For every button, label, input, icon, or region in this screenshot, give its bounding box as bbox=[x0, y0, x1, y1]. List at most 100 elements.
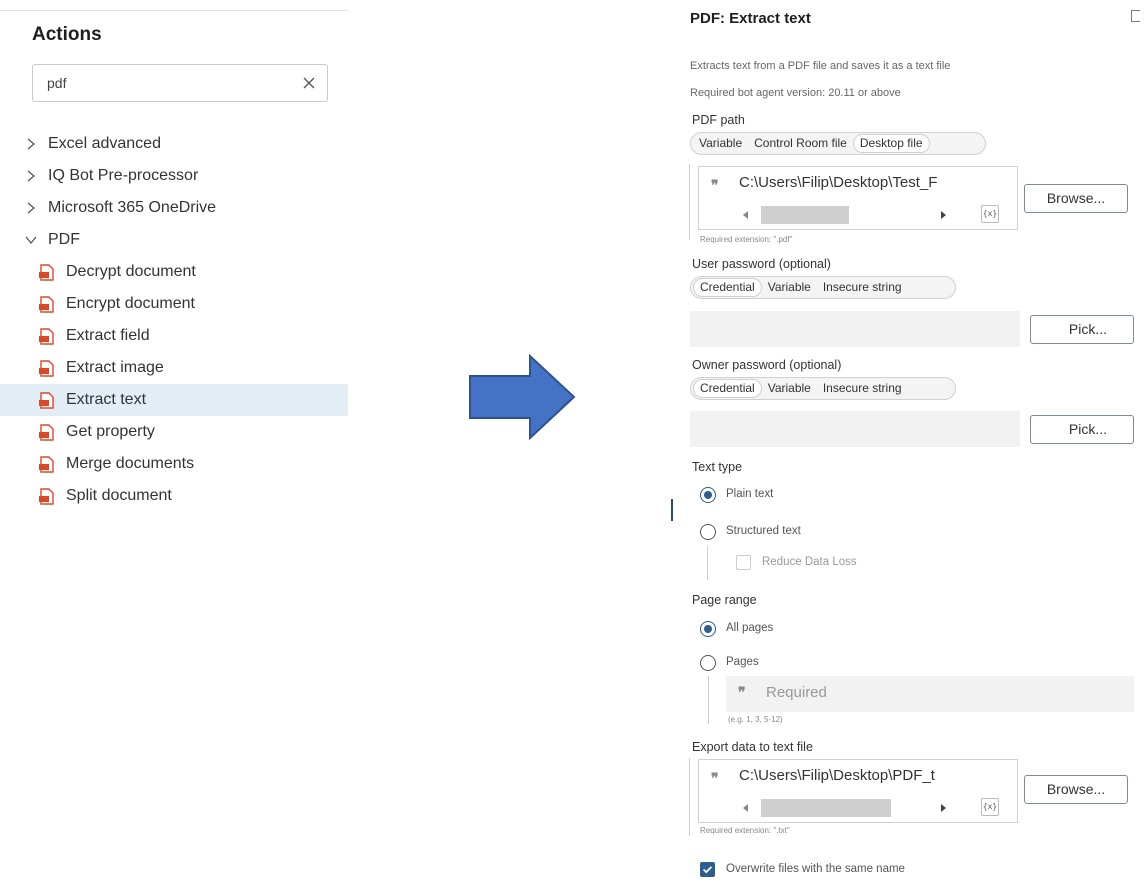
pdf-file-icon bbox=[39, 455, 54, 473]
overwrite-checkbox[interactable] bbox=[700, 862, 715, 877]
radio-pages[interactable] bbox=[700, 655, 716, 671]
chevron-right-icon bbox=[27, 138, 36, 150]
right-arrow-icon bbox=[469, 354, 576, 440]
divider bbox=[0, 10, 348, 11]
version-note: Required bot agent version: 20.11 or abo… bbox=[690, 87, 901, 99]
overwrite-label: Overwrite files with the same name bbox=[726, 863, 905, 875]
radio-structured-text[interactable] bbox=[700, 524, 716, 540]
reduce-data-loss-checkbox[interactable] bbox=[736, 555, 751, 570]
action-tree: Excel advanced IQ Bot Pre-processor Micr… bbox=[0, 128, 348, 512]
user-password-label: User password (optional) bbox=[692, 257, 831, 271]
pdf-path-source-tabs: Variable Control Room file Desktop file bbox=[690, 132, 986, 155]
action-description: Extracts text from a PDF file and saves … bbox=[690, 60, 951, 72]
radio-label: Structured text bbox=[726, 525, 801, 537]
action-label: Extract field bbox=[66, 327, 150, 344]
tab-variable[interactable]: Variable bbox=[762, 278, 817, 297]
tab-variable[interactable]: Variable bbox=[693, 134, 748, 153]
text-caret bbox=[671, 499, 673, 521]
action-split-document[interactable]: Split document bbox=[0, 480, 348, 512]
tree-group-pdf[interactable]: PDF bbox=[0, 224, 348, 256]
tree-group-label: Microsoft 365 OneDrive bbox=[48, 199, 217, 216]
action-properties-panel: PDF: Extract text Extracts text from a P… bbox=[680, 0, 1144, 892]
scroll-left-icon[interactable] bbox=[743, 804, 748, 812]
insert-variable-icon[interactable]: {x} bbox=[981, 798, 999, 816]
action-label: Split document bbox=[66, 487, 172, 504]
export-path-field[interactable]: ❞ C:\Users\Filip\Desktop\PDF_t {x} bbox=[698, 759, 1018, 823]
close-icon[interactable] bbox=[299, 73, 319, 93]
tab-desktop-file[interactable]: Desktop file bbox=[852, 134, 930, 153]
action-encrypt-document[interactable]: Encrypt document bbox=[0, 288, 348, 320]
pdf-file-icon bbox=[39, 391, 54, 409]
reduce-data-loss-label: Reduce Data Loss bbox=[762, 556, 857, 568]
browse-pdf-button[interactable]: Browse... bbox=[1024, 184, 1128, 213]
actions-title: Actions bbox=[32, 24, 102, 45]
scroll-left-icon[interactable] bbox=[743, 211, 748, 219]
field-group-bar bbox=[689, 164, 690, 240]
action-extract-text[interactable]: Extract text bbox=[0, 384, 348, 416]
action-label: Get property bbox=[66, 423, 155, 440]
action-decrypt-document[interactable]: Decrypt document bbox=[0, 256, 348, 288]
pages-hint: (e.g. 1, 3, 5-12) bbox=[728, 715, 783, 724]
pdf-path-label: PDF path bbox=[692, 113, 745, 127]
owner-password-tabs: Credential Variable Insecure string bbox=[690, 377, 956, 400]
pdf-path-value[interactable]: C:\Users\Filip\Desktop\Test_F bbox=[739, 174, 937, 191]
sub-option-bar bbox=[708, 676, 709, 724]
tab-credential[interactable]: Credential bbox=[693, 379, 762, 398]
tree-group-iq-bot[interactable]: IQ Bot Pre-processor bbox=[0, 160, 348, 192]
string-quote-icon: ❞ bbox=[738, 685, 746, 701]
sub-option-bar bbox=[707, 546, 708, 580]
radio-all-pages[interactable] bbox=[700, 621, 716, 637]
pick-user-password-button[interactable]: Pick... bbox=[1030, 315, 1134, 344]
owner-password-label: Owner password (optional) bbox=[692, 358, 842, 372]
action-get-property[interactable]: Get property bbox=[0, 416, 348, 448]
tab-variable[interactable]: Variable bbox=[762, 379, 817, 398]
panel-toggle-icon[interactable] bbox=[1131, 10, 1140, 22]
user-password-input[interactable] bbox=[690, 311, 1020, 347]
action-label: Extract image bbox=[66, 359, 164, 376]
pdf-extension-hint: Required extension: ".pdf" bbox=[700, 235, 793, 244]
txt-extension-hint: Required extension: ".txt" bbox=[700, 826, 790, 835]
pdf-path-field[interactable]: ❞ C:\Users\Filip\Desktop\Test_F {x} bbox=[698, 166, 1018, 230]
pdf-file-icon bbox=[39, 359, 54, 377]
chevron-right-icon bbox=[27, 170, 36, 182]
action-label: Decrypt document bbox=[66, 263, 196, 280]
scroll-thumb[interactable] bbox=[761, 799, 891, 817]
string-quote-icon: ❞ bbox=[711, 771, 719, 787]
action-extract-field[interactable]: Extract field bbox=[0, 320, 348, 352]
insert-variable-icon[interactable]: {x} bbox=[981, 205, 999, 223]
tree-group-onedrive[interactable]: Microsoft 365 OneDrive bbox=[0, 192, 348, 224]
scroll-right-icon[interactable] bbox=[941, 211, 946, 219]
action-merge-documents[interactable]: Merge documents bbox=[0, 448, 348, 480]
radio-plain-text[interactable] bbox=[700, 487, 716, 503]
tab-insecure-string[interactable]: Insecure string bbox=[817, 278, 908, 297]
horizontal-scrollbar[interactable] bbox=[739, 798, 959, 818]
text-type-label: Text type bbox=[692, 460, 743, 474]
export-label: Export data to text file bbox=[692, 740, 813, 754]
scroll-right-icon[interactable] bbox=[941, 804, 946, 812]
pick-owner-password-button[interactable]: Pick... bbox=[1030, 415, 1134, 444]
pdf-file-icon bbox=[39, 263, 54, 281]
chevron-right-icon bbox=[27, 202, 36, 214]
tree-group-label: IQ Bot Pre-processor bbox=[48, 167, 199, 184]
tab-credential[interactable]: Credential bbox=[693, 278, 762, 297]
search-input[interactable] bbox=[47, 73, 287, 93]
owner-password-input[interactable] bbox=[690, 411, 1020, 447]
action-extract-image[interactable]: Extract image bbox=[0, 352, 348, 384]
browse-export-button[interactable]: Browse... bbox=[1024, 775, 1128, 804]
tab-control-room-file[interactable]: Control Room file bbox=[748, 134, 853, 153]
tree-group-excel-advanced[interactable]: Excel advanced bbox=[0, 128, 348, 160]
radio-label: Plain text bbox=[726, 488, 774, 500]
chevron-down-icon bbox=[25, 236, 37, 245]
tab-insecure-string[interactable]: Insecure string bbox=[817, 379, 908, 398]
search-box[interactable] bbox=[32, 64, 328, 102]
action-label: Extract text bbox=[66, 391, 147, 408]
export-path-value[interactable]: C:\Users\Filip\Desktop\PDF_t bbox=[739, 767, 935, 784]
user-password-tabs: Credential Variable Insecure string bbox=[690, 276, 956, 299]
tree-group-label: Excel advanced bbox=[48, 135, 161, 152]
action-label: Merge documents bbox=[66, 455, 195, 472]
horizontal-scrollbar[interactable] bbox=[739, 205, 959, 225]
radio-label: Pages bbox=[726, 656, 759, 668]
scroll-thumb[interactable] bbox=[761, 206, 849, 224]
pages-input[interactable]: ❞ Required bbox=[726, 676, 1134, 712]
page-range-label: Page range bbox=[692, 593, 757, 607]
